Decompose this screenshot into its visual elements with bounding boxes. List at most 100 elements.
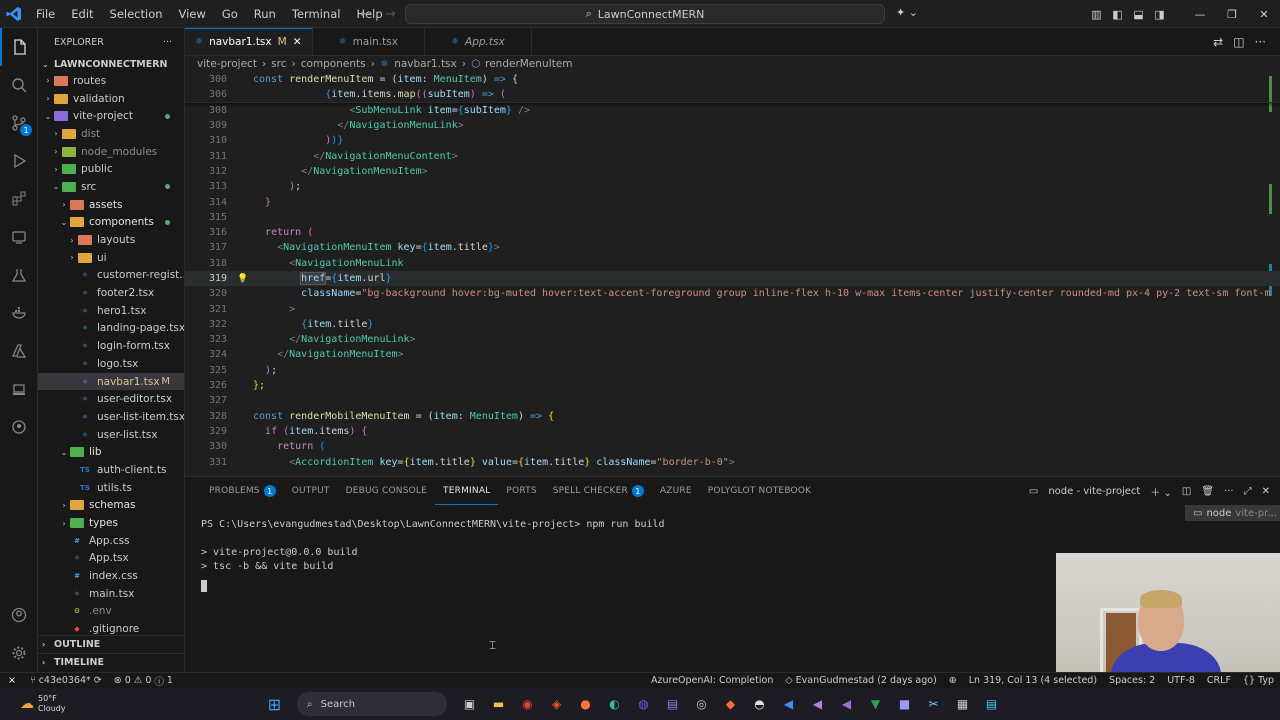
split-editor-icon[interactable]: ◫ xyxy=(1233,35,1244,49)
file-item[interactable]: TS utils.ts xyxy=(38,479,184,497)
code-line[interactable]: 311 </NavigationMenuContent> xyxy=(185,148,1280,163)
search-icon[interactable] xyxy=(0,66,38,104)
vim-icon[interactable]: ▼ xyxy=(863,692,888,717)
code-line[interactable]: 322 {item.title} xyxy=(185,317,1280,332)
panel-tab[interactable]: TERMINAL xyxy=(435,477,499,505)
breadcrumb-item[interactable]: components xyxy=(301,58,366,70)
breadcrumb-item[interactable]: renderMenuItem xyxy=(485,58,572,70)
indentation-status[interactable]: Spaces: 2 xyxy=(1103,675,1161,686)
copilot-icon[interactable]: ✦ ⌄ xyxy=(896,6,918,19)
sticky-scroll-line[interactable]: 300 const renderMenuItem = (item: MenuIte… xyxy=(185,72,1280,87)
breadcrumb-item[interactable]: src xyxy=(271,58,286,70)
problems-status[interactable]: ⊗ 0 ⚠ 0 ⓘ 1 xyxy=(108,674,179,688)
code-line[interactable]: 308 <SubMenuLink item={subItem} /> xyxy=(185,103,1280,118)
calculator-icon[interactable]: ▦ xyxy=(950,692,975,717)
folder-item[interactable]: › layouts xyxy=(38,231,184,249)
breadcrumb-item[interactable]: vite-project xyxy=(197,58,257,70)
code-line[interactable]: 316 return ( xyxy=(185,225,1280,240)
code-line[interactable]: 319 💡 href={item.url} xyxy=(185,270,1280,287)
weather-widget[interactable]: ☁ 50°F Cloudy xyxy=(0,694,66,714)
menu-view[interactable]: View xyxy=(171,0,214,28)
file-item[interactable]: # index.css xyxy=(38,567,184,585)
forward-arrow-icon[interactable]: → xyxy=(385,7,396,22)
github-desktop-icon[interactable]: ◓ xyxy=(747,692,772,717)
completion-status[interactable]: AzureOpenAI: Completion xyxy=(645,675,779,686)
vscode-icon[interactable]: ◀ xyxy=(776,692,801,717)
file-item[interactable]: ⚙ .env xyxy=(38,603,184,621)
terminal-name[interactable]: node - vite-project xyxy=(1048,486,1140,497)
lightbulb-icon[interactable]: 💡 xyxy=(233,274,253,284)
menu-edit[interactable]: Edit xyxy=(63,0,101,28)
panel-tab[interactable]: SPELL CHECKER 1 xyxy=(545,477,652,505)
menu-file[interactable]: File xyxy=(28,0,63,28)
code-line[interactable]: 325 ); xyxy=(185,363,1280,378)
chrome-icon[interactable]: ◉ xyxy=(515,692,540,717)
back-arrow-icon[interactable]: ← xyxy=(360,7,371,22)
code-line[interactable]: 328 const renderMobileMenuItem = (item: M… xyxy=(185,409,1280,424)
file-item[interactable]: ⚛ user-list-item.tsx xyxy=(38,408,184,426)
taskbar-search[interactable]: ⌕ Search xyxy=(297,692,447,716)
folder-item[interactable]: › validation xyxy=(38,90,184,108)
encoding-status[interactable]: UTF-8 xyxy=(1161,675,1201,686)
file-item[interactable]: ⚛ customer-regist... xyxy=(38,267,184,285)
code-line[interactable]: 320 className="bg-background hover:bg-mu… xyxy=(185,286,1280,301)
command-center-search[interactable]: ⌕ LawnConnectMERN xyxy=(405,4,885,24)
panel-tab[interactable]: POLYGLOT NOTEBOOK xyxy=(700,477,819,505)
file-item[interactable]: ⚛ App.tsx xyxy=(38,550,184,568)
tab-main[interactable]: ⚛ main.tsx xyxy=(313,28,425,55)
source-control-icon[interactable]: 1 xyxy=(0,104,38,142)
testing-icon[interactable] xyxy=(0,256,38,294)
folder-item[interactable]: › public xyxy=(38,160,184,178)
code-line[interactable]: 312 </NavigationMenuItem> xyxy=(185,164,1280,179)
menu-selection[interactable]: Selection xyxy=(102,0,171,28)
kill-terminal-icon[interactable]: 🗑 xyxy=(1201,486,1214,497)
code-line[interactable]: 318 <NavigationMenuLink xyxy=(185,256,1280,271)
folder-item[interactable]: › types xyxy=(38,514,184,532)
menu-terminal[interactable]: Terminal xyxy=(284,0,349,28)
explorer-icon[interactable] xyxy=(0,28,38,66)
code-line[interactable]: 314 } xyxy=(185,194,1280,209)
folder-item[interactable]: › assets xyxy=(38,196,184,214)
account-icon[interactable] xyxy=(0,596,38,634)
customize-layout-icon[interactable]: ▥ xyxy=(1086,8,1107,21)
code-line[interactable]: 313 ); xyxy=(185,179,1280,194)
code-line[interactable]: 317 <NavigationMenuItem key={item.title}… xyxy=(185,240,1280,255)
terminal-list-item[interactable]: ▭ node vite-pr... xyxy=(1185,505,1280,521)
timeline-section[interactable]: › TIMELINE xyxy=(38,653,184,671)
notepad-icon[interactable]: ▤ xyxy=(979,692,1004,717)
code-line[interactable]: 309 </NavigationMenuLink> xyxy=(185,118,1280,133)
file-item[interactable]: ⚛ navbar1.tsx M xyxy=(38,372,184,391)
toggle-panel-icon[interactable]: ⬓ xyxy=(1128,8,1149,21)
folder-item[interactable]: ⌄ vite-project xyxy=(38,107,184,125)
docker-icon[interactable] xyxy=(0,294,38,332)
language-status[interactable]: {} Typ xyxy=(1237,675,1280,686)
remote-indicator-icon[interactable]: ⨯ xyxy=(0,673,24,689)
folder-item[interactable]: › routes xyxy=(38,72,184,90)
breadcrumb-item[interactable]: navbar1.tsx xyxy=(394,58,457,70)
more-actions-icon[interactable]: ··· xyxy=(1224,486,1234,497)
tab-navbar1[interactable]: ⚛ navbar1.tsx M ✕ xyxy=(185,28,313,55)
restore-icon[interactable]: ❐ xyxy=(1216,8,1248,21)
folder-item[interactable]: › dist xyxy=(38,125,184,143)
file-item[interactable]: # App.css xyxy=(38,532,184,550)
file-item[interactable]: ⚛ user-editor.tsx xyxy=(38,390,184,408)
code-line[interactable]: 331 <AccordionItem key={item.title} valu… xyxy=(185,454,1280,469)
folder-item[interactable]: ⌄ lib xyxy=(38,443,184,461)
code-line[interactable]: 326}; xyxy=(185,378,1280,393)
close-panel-icon[interactable]: ✕ xyxy=(1262,486,1270,497)
code-line[interactable]: 329 if (item.items) { xyxy=(185,424,1280,439)
folder-item[interactable]: › schemas xyxy=(38,497,184,515)
deploy-icon[interactable] xyxy=(0,370,38,408)
remote-explorer-icon[interactable] xyxy=(0,218,38,256)
file-item[interactable]: TS auth-client.ts xyxy=(38,461,184,479)
visual-studio-icon[interactable]: ◀ xyxy=(805,692,830,717)
new-terminal-icon[interactable]: ＋ ⌄ xyxy=(1150,484,1172,499)
close-tab-icon[interactable]: ✕ xyxy=(293,36,302,48)
file-item[interactable]: ⚛ login-form.tsx xyxy=(38,337,184,355)
menu-go[interactable]: Go xyxy=(214,0,246,28)
compare-changes-icon[interactable]: ⇄ xyxy=(1213,35,1223,49)
file-item[interactable]: ⚛ hero1.tsx xyxy=(38,302,184,320)
file-item[interactable]: ⚛ main.tsx xyxy=(38,585,184,603)
run-debug-icon[interactable] xyxy=(0,142,38,180)
panel-tab[interactable]: OUTPUT xyxy=(284,477,338,505)
